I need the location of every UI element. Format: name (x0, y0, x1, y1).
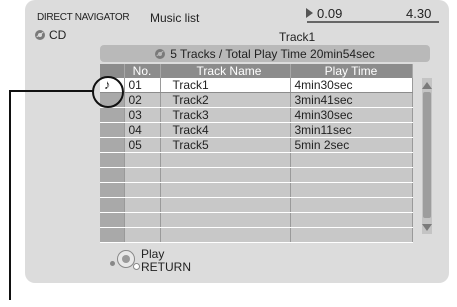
empty-cell (100, 167, 125, 183)
callout-circle (92, 76, 124, 108)
track-play-time: 4min30sec (290, 78, 413, 93)
row-icon-cell (100, 137, 125, 153)
empty-cell (160, 167, 291, 183)
track-play-time: 3min11sec (290, 122, 413, 138)
disc-icon (35, 30, 45, 40)
track-number: 01 (124, 78, 161, 93)
track-number: 03 (124, 107, 161, 123)
column-header-no: No. (124, 64, 161, 78)
empty-cell (160, 227, 291, 243)
empty-cell (160, 182, 291, 198)
elapsed-time: 0.09 (317, 6, 343, 21)
return-dot-icon (133, 263, 140, 270)
empty-cell (124, 212, 161, 228)
summary-bar: 5 Tracks / Total Play Time 20min54sec (100, 45, 430, 62)
empty-cell (160, 212, 291, 228)
track-number: 04 (124, 122, 161, 138)
return-hint-label: RETURN (141, 260, 191, 274)
row-icon-cell (100, 122, 125, 138)
table-row[interactable]: ♪ 01 Track1 4min30sec (100, 78, 413, 93)
empty-cell (124, 182, 161, 198)
callout-line-horizontal (9, 90, 93, 92)
empty-table-row (100, 152, 413, 168)
disc-icon (155, 48, 166, 59)
track-name: Track2 (160, 92, 291, 108)
play-indicator-icon (306, 8, 313, 18)
current-track-title: Track1 (279, 30, 316, 44)
empty-cell (290, 152, 413, 168)
screen-title: Music list (150, 11, 200, 25)
empty-cell (124, 167, 161, 183)
track-table: No. Track Name Play Time ♪ 01 Track1 4min30… (100, 64, 413, 243)
track-rows: ♪ 01 Track1 4min30sec 02 Track2 3min41sec 03 Tra… (100, 78, 413, 243)
track-name: Track3 (160, 107, 291, 123)
play-hint-label: Play (141, 247, 165, 261)
empty-table-row (100, 197, 413, 213)
track-play-time: 3min41sec (290, 92, 413, 108)
table-row[interactable]: 02 Track2 3min41sec (100, 92, 413, 108)
playback-progress-bar (307, 21, 439, 23)
empty-table-row (100, 167, 413, 183)
scroll-up-arrow-icon[interactable] (422, 82, 432, 89)
table-row[interactable]: 03 Track3 4min30sec (100, 107, 413, 123)
summary-text: 5 Tracks / Total Play Time 20min54sec (170, 46, 375, 61)
row-icon-cell (100, 107, 125, 123)
empty-cell (100, 152, 125, 168)
empty-cell (290, 197, 413, 213)
callout-line-vertical (9, 90, 11, 300)
track-name: Track5 (160, 137, 291, 153)
track-play-time: 5min 2sec (290, 137, 413, 153)
scroll-thumb[interactable] (423, 92, 431, 218)
empty-cell (124, 227, 161, 243)
scroll-down-arrow-icon[interactable] (422, 224, 432, 231)
track-name: Track1 (160, 78, 291, 93)
track-number: 05 (124, 137, 161, 153)
column-header-track-name: Track Name (160, 64, 291, 78)
empty-cell (160, 152, 291, 168)
table-header-row: No. Track Name Play Time (100, 64, 413, 78)
empty-cell (124, 152, 161, 168)
scrollbar[interactable] (422, 78, 432, 234)
empty-table-row (100, 227, 413, 243)
empty-cell (290, 167, 413, 183)
track-number: 02 (124, 92, 161, 108)
empty-cell (100, 227, 125, 243)
empty-cell (290, 182, 413, 198)
empty-cell (100, 197, 125, 213)
table-row[interactable]: 04 Track4 3min11sec (100, 122, 413, 138)
empty-cell (290, 212, 413, 228)
empty-cell (290, 227, 413, 243)
empty-table-row (100, 182, 413, 198)
empty-cell (100, 182, 125, 198)
media-indicator: CD (35, 28, 66, 42)
column-header-play-time: Play Time (290, 64, 413, 78)
music-list-screen: DIRECT NAVIGATOR Music list CD 0.09 4.30… (25, 0, 449, 283)
empty-table-row (100, 212, 413, 228)
table-row[interactable]: 05 Track5 5min 2sec (100, 137, 413, 153)
empty-cell (100, 212, 125, 228)
track-name: Track4 (160, 122, 291, 138)
empty-cell (160, 197, 291, 213)
track-play-time: 4min30sec (290, 107, 413, 123)
empty-cell (124, 197, 161, 213)
track-list: No. Track Name Play Time ♪ 01 Track1 4min30… (100, 64, 432, 243)
media-label: CD (49, 28, 67, 42)
total-time: 4.30 (406, 6, 432, 21)
direct-navigator-label: DIRECT NAVIGATOR (37, 12, 130, 23)
bullet-icon (110, 261, 115, 266)
